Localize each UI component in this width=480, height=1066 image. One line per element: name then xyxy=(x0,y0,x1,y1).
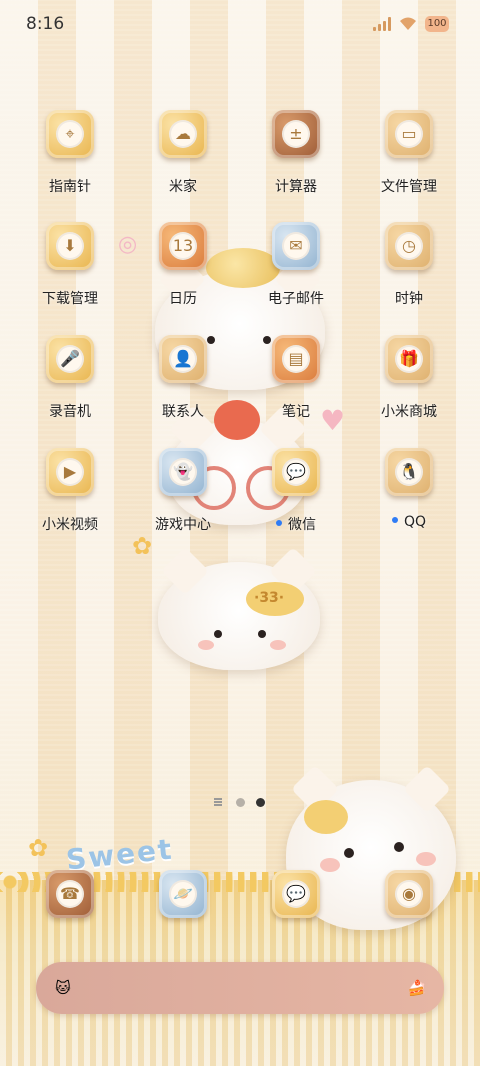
signal-icon xyxy=(373,17,393,31)
app-notes[interactable]: ▤ 笔记 xyxy=(246,335,346,445)
phone-icon: ☎ xyxy=(56,880,84,908)
app-mi-video[interactable]: ▶ 小米视频 xyxy=(20,448,120,558)
app-label: 时钟 xyxy=(395,291,423,307)
dock-browser[interactable]: 🪐 xyxy=(133,870,233,930)
app-game-center[interactable]: 👻 游戏中心 xyxy=(133,448,233,558)
app-email[interactable]: ✉ 电子邮件 xyxy=(246,222,346,332)
messages-icon: 💬 xyxy=(282,880,310,908)
app-label: 游戏中心 xyxy=(155,517,211,533)
app-mijia[interactable]: ☁ 米家 xyxy=(133,110,233,220)
app-calendar[interactable]: 13 日历 xyxy=(133,222,233,332)
download-icon: ⬇ xyxy=(56,232,84,260)
app-calculator[interactable]: ± 计算器 xyxy=(246,110,346,220)
app-label: 小米商城 xyxy=(381,404,437,420)
app-label: 录音机 xyxy=(49,404,91,420)
mijia-icon: ☁ xyxy=(169,120,197,148)
app-label: 指南针 xyxy=(49,179,91,195)
gift-icon: 🎁 xyxy=(395,345,423,373)
search-bar[interactable]: 🐱 🍰 xyxy=(36,962,444,1014)
microphone-icon: 🎤 xyxy=(56,345,84,373)
app-label: 微信 xyxy=(288,517,316,533)
video-play-icon: ▶ xyxy=(56,458,84,486)
app-label: 电子邮件 xyxy=(268,291,324,307)
menu-lines-icon xyxy=(214,798,222,806)
cat-face-icon[interactable]: 🐱 xyxy=(52,977,74,999)
app-contacts[interactable]: 👤 联系人 xyxy=(133,335,233,445)
camera-icon: ◉ xyxy=(395,880,423,908)
app-label: 计算器 xyxy=(275,179,317,195)
new-badge-dot xyxy=(276,520,282,526)
dock-messages[interactable]: 💬 xyxy=(246,870,346,930)
qq-penguin-icon: 🐧 xyxy=(395,458,423,486)
game-ghost-icon: 👻 xyxy=(169,458,197,486)
app-label: 米家 xyxy=(169,179,197,195)
app-label: 日历 xyxy=(169,291,197,307)
page-dot-2-active[interactable] xyxy=(256,798,265,807)
folder-icon: ▭ xyxy=(395,120,423,148)
app-clock[interactable]: ◷ 时钟 xyxy=(359,222,459,332)
clock-time: 8:16 xyxy=(26,14,65,34)
clock-icon: ◷ xyxy=(395,232,423,260)
page-dot-1[interactable] xyxy=(236,798,245,807)
page-indicator[interactable] xyxy=(214,797,274,809)
status-bar: 8:16 100 xyxy=(0,0,480,50)
app-download-manager[interactable]: ⬇ 下载管理 xyxy=(20,222,120,332)
fish-label-text: ·33· xyxy=(254,590,285,606)
app-label: 笔记 xyxy=(282,404,310,420)
wechat-icon: 💬 xyxy=(282,458,310,486)
app-compass[interactable]: ⌖ 指南针 xyxy=(20,110,120,220)
app-label: 下载管理 xyxy=(42,291,98,307)
new-badge-dot xyxy=(391,517,398,523)
calculator-icon: ± xyxy=(282,120,310,148)
calendar-icon: 13 xyxy=(169,232,197,260)
app-file-manager[interactable]: ▭ 文件管理 xyxy=(359,110,459,220)
app-mi-store[interactable]: 🎁 小米商城 xyxy=(359,335,459,445)
app-label: 文件管理 xyxy=(381,179,437,195)
battery-indicator: 100 xyxy=(425,16,449,32)
wifi-icon xyxy=(400,17,416,30)
app-recorder[interactable]: 🎤 录音机 xyxy=(20,335,120,445)
browser-planet-icon: 🪐 xyxy=(169,880,197,908)
home-screen: 8:16 100 ·33· ✿ ✿ ♥ ◎ Sweet ⌖ 指南针 ☁ 米家 ±… xyxy=(0,0,480,1066)
app-qq[interactable]: 🐧 QQ xyxy=(359,448,459,558)
app-wechat[interactable]: 💬 微信 xyxy=(246,448,346,558)
notes-icon: ▤ xyxy=(282,345,310,373)
app-label: 小米视频 xyxy=(42,517,98,533)
dock-camera[interactable]: ◉ xyxy=(359,870,459,930)
app-label: 联系人 xyxy=(162,404,204,420)
cake-icon[interactable]: 🍰 xyxy=(406,977,428,999)
dock-phone[interactable]: ☎ xyxy=(20,870,120,930)
mail-icon: ✉ xyxy=(282,232,310,260)
compass-icon: ⌖ xyxy=(56,120,84,148)
app-label: QQ xyxy=(403,514,427,530)
contacts-icon: 👤 xyxy=(169,345,197,373)
